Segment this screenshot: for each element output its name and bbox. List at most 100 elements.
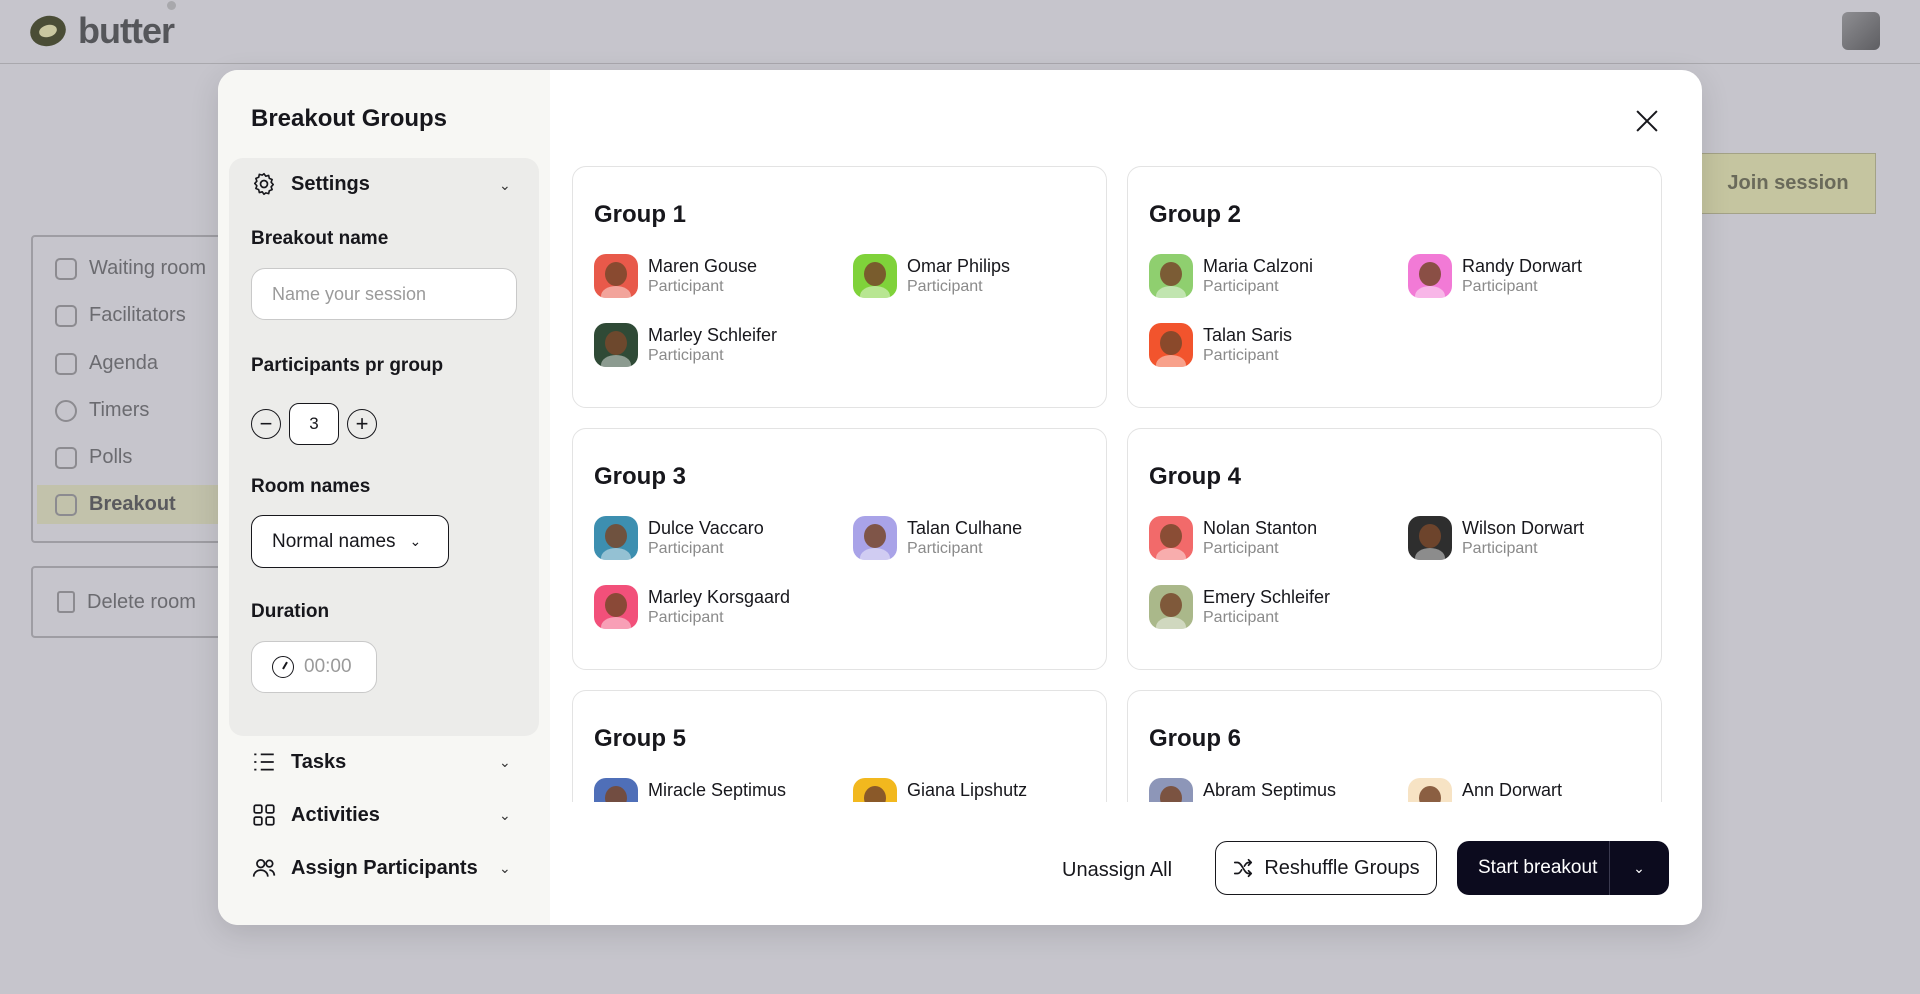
tasks-label: Tasks <box>291 750 347 773</box>
avatar <box>594 323 638 367</box>
duration-placeholder: 00:00 <box>304 656 352 677</box>
sidebar-item-polls[interactable]: Polls <box>55 446 132 469</box>
participant-role: Participant <box>907 801 1027 803</box>
sidebar-item-label: Polls <box>89 446 133 468</box>
participant-item[interactable]: Randy Dorwart Participant <box>1408 254 1582 298</box>
join-session-button[interactable]: Join session <box>1700 153 1876 214</box>
close-icon[interactable] <box>1632 106 1662 136</box>
participant-role: Participant <box>1203 539 1279 557</box>
unassign-all-button[interactable]: Unassign All <box>1062 859 1172 882</box>
settings-heading: Settings <box>291 172 370 195</box>
participants-per-group-label: Participants pr group <box>251 355 444 376</box>
group-title: Group 4 <box>1149 463 1242 490</box>
decrement-button[interactable]: − <box>251 409 281 439</box>
participant-item[interactable]: Talan Saris Participant <box>1149 323 1292 367</box>
group-title: Group 5 <box>594 725 687 752</box>
participants-value[interactable]: 3 <box>289 403 339 445</box>
avatar <box>1408 254 1452 298</box>
participant-item[interactable]: Talan Culhane Participant <box>853 516 1022 560</box>
room-sidebar: Waiting room Facilitators Agenda Timers … <box>31 235 231 543</box>
modal-title: Breakout Groups <box>251 105 448 132</box>
breakout-name-label: Breakout name <box>251 228 389 249</box>
participant-name: Marley Korsgaard <box>648 586 791 607</box>
chevron-down-icon[interactable]: ⌄ <box>499 177 511 194</box>
participant-item[interactable]: Giana LipshutzParticipant <box>853 778 1027 802</box>
room-names-select[interactable]: Normal names ⌄ <box>251 515 449 568</box>
clipboard-icon <box>55 352 77 375</box>
participant-role: Participant <box>648 346 724 364</box>
participants-stepper: − 3 + <box>251 403 377 445</box>
sidebar-item-facilitators[interactable]: Facilitators <box>55 304 186 327</box>
settings-accordion-header[interactable]: Settings <box>251 171 370 197</box>
breakout-name-input[interactable] <box>251 268 517 320</box>
sidebar-item-waiting-room[interactable]: Waiting room <box>55 257 206 280</box>
avatar <box>594 254 638 298</box>
avatar <box>853 778 897 802</box>
sidebar-item-agenda[interactable]: Agenda <box>55 352 158 375</box>
duration-input[interactable]: 00:00 <box>251 641 377 693</box>
participant-role: Participant <box>648 277 724 295</box>
chevron-down-icon[interactable]: ⌄ <box>499 860 511 877</box>
participant-item[interactable]: Nolan Stanton Participant <box>1149 516 1317 560</box>
tasks-accordion-header[interactable]: Tasks <box>251 749 346 775</box>
start-breakout-button[interactable]: Start breakout ⌄ <box>1457 841 1669 895</box>
participant-item[interactable]: Maren Gouse Participant <box>594 254 757 298</box>
participant-item[interactable]: Emery Schleifer Participant <box>1149 585 1330 629</box>
group-card: Group 1 Maren Gouse Participant Omar Phil… <box>572 166 1107 408</box>
group-card: Group 3 Dulce Vaccaro Participant Talan C… <box>572 428 1107 670</box>
avatar <box>1408 778 1452 802</box>
room-names-label: Room names <box>251 476 371 497</box>
avatar <box>1149 778 1193 802</box>
avatar <box>1408 516 1452 560</box>
chevron-down-icon[interactable]: ⌄ <box>1610 860 1668 877</box>
participant-item[interactable]: Dulce Vaccaro Participant <box>594 516 764 560</box>
activities-accordion-header[interactable]: Activities <box>251 802 380 828</box>
butter-logo[interactable]: butter <box>26 10 175 52</box>
delete-room-button[interactable]: Delete room <box>31 566 231 638</box>
reshuffle-groups-button[interactable]: Reshuffle Groups <box>1215 841 1437 895</box>
participant-role: Participant <box>1203 801 1336 803</box>
chevron-down-icon[interactable]: ⌄ <box>499 807 511 824</box>
participant-name: Wilson Dorwart <box>1462 517 1585 538</box>
modal-left-panel: Breakout Groups Settings ⌄ Breakout name… <box>218 70 550 925</box>
participant-item[interactable]: Miracle SeptimusParticipant <box>594 778 786 802</box>
increment-button[interactable]: + <box>347 409 377 439</box>
settings-panel: Settings ⌄ Breakout name Participants pr… <box>229 158 539 736</box>
participant-role: Participant <box>1203 346 1279 364</box>
assign-participants-accordion-header[interactable]: Assign Participants <box>251 855 478 881</box>
sidebar-item-timers[interactable]: Timers <box>55 399 149 422</box>
participant-name: Emery Schleifer <box>1203 586 1331 607</box>
participant-item[interactable]: Omar Philips Participant <box>853 254 1010 298</box>
group-card: Group 5 Miracle SeptimusParticipant Gian… <box>572 690 1107 802</box>
chevron-down-icon: ⌄ <box>409 533 422 549</box>
grid-icon <box>253 804 275 826</box>
participant-item[interactable]: Marley Schleifer Participant <box>594 323 777 367</box>
activities-label: Activities <box>291 803 380 826</box>
group-card: Group 4 Nolan Stanton Participant Wilson … <box>1127 428 1662 670</box>
group-title: Group 6 <box>1149 725 1242 752</box>
chevron-down-icon[interactable]: ⌄ <box>499 754 511 771</box>
sidebar-item-label: Agenda <box>89 352 158 374</box>
sidebar-item-label: Facilitators <box>89 304 186 326</box>
participant-name: Abram Septimus <box>1203 779 1337 800</box>
logo-text: butter <box>78 10 175 51</box>
avatar <box>1149 585 1193 629</box>
participant-name: Marley Schleifer <box>648 324 778 345</box>
participant-role: Participant <box>907 277 983 295</box>
avatar <box>594 585 638 629</box>
logo-mark-icon <box>26 11 70 51</box>
participant-item[interactable]: Abram SeptimusParticipant <box>1149 778 1336 802</box>
avatar <box>594 778 638 802</box>
participant-name: Talan Culhane <box>907 517 1023 538</box>
participant-item[interactable]: Marley Korsgaard Participant <box>594 585 790 629</box>
grid-icon <box>55 493 77 516</box>
tag-icon <box>55 257 77 280</box>
participant-item[interactable]: Wilson Dorwart Participant <box>1408 516 1584 560</box>
participant-name: Ann Dorwart <box>1462 779 1563 800</box>
participant-item[interactable]: Maria Calzoni Participant <box>1149 254 1313 298</box>
group-title: Group 3 <box>594 463 687 490</box>
participant-name: Maria Calzoni <box>1203 255 1314 276</box>
sidebar-item-breakout[interactable]: Breakout <box>37 485 229 524</box>
user-avatar[interactable] <box>1842 12 1880 50</box>
participant-item[interactable]: Ann DorwartParticipant <box>1408 778 1562 802</box>
